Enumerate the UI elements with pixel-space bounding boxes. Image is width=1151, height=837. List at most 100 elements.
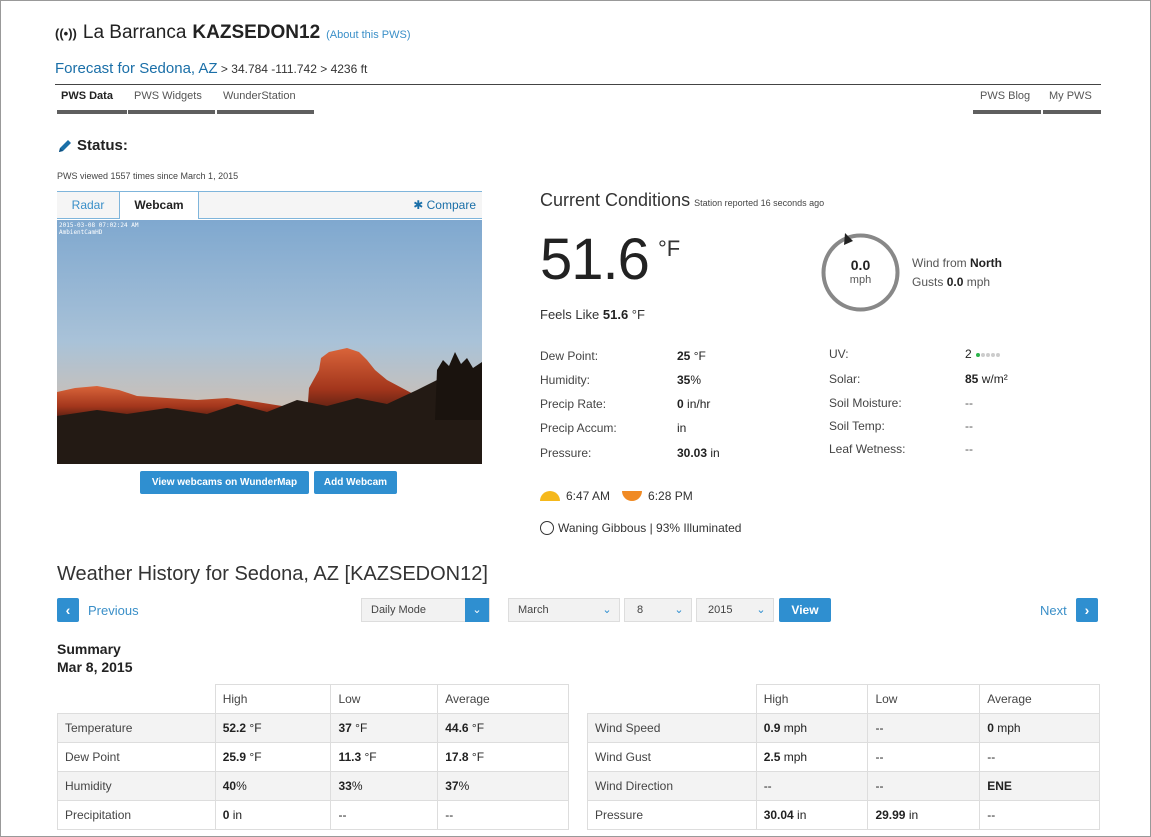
sunset-icon [622, 491, 643, 501]
chevron-down-icon: ⌄ [756, 604, 766, 616]
cell-low-unit: -- [875, 721, 884, 735]
wind-from-value: North [970, 256, 1003, 270]
pencil-icon[interactable] [57, 138, 73, 154]
gusts-label: Gusts [912, 275, 947, 289]
nav-pws-blog[interactable]: PWS Blog [980, 90, 1030, 102]
col-high: High [755, 684, 869, 714]
chevron-down-icon: ⌄ [602, 604, 612, 616]
tab-radar[interactable]: Radar [57, 192, 119, 219]
summary-date: Mar 8, 2015 [57, 659, 133, 675]
view-count: PWS viewed 1557 times since March 1, 201… [57, 171, 239, 181]
current-temperature: 51.6 [540, 227, 650, 292]
cell-avg-unit: -- [987, 750, 996, 764]
row-label: Wind Direction [587, 771, 757, 801]
uv-dot [985, 352, 990, 357]
cell-low: -- [867, 713, 981, 743]
dew-point-number: 25 [677, 349, 691, 363]
row-label: Humidity [57, 771, 216, 801]
webcam-timestamp: 2015-03-08 07:02:24 AM AmbientCamHD [59, 222, 138, 236]
cell-high: 30.04 in [755, 800, 869, 830]
feels-like-label: Feels Like [540, 307, 603, 322]
next-link[interactable]: Next [1040, 603, 1067, 618]
wind-speed-unit: mph [849, 274, 872, 286]
solar-value: 85 w/m² [965, 372, 1008, 386]
col-high: High [214, 684, 332, 714]
cell-high-value: 2.5 [763, 750, 781, 764]
station-coords: > 34.784 -111.742 > 4236 ft [217, 62, 368, 76]
cell-avg: 37% [437, 771, 569, 801]
cell-high-value: 40 [222, 779, 237, 793]
nav-pws-widgets[interactable]: PWS Widgets [134, 90, 202, 102]
precip-accum-value: in [677, 421, 686, 435]
cell-low-unit: % [351, 779, 363, 793]
status-label: Status: [77, 137, 128, 154]
previous-link[interactable]: Previous [88, 603, 139, 618]
table-row: Wind Gust 2.5 mph -- -- [587, 742, 1100, 772]
uv-dot [990, 352, 995, 357]
nav-my-pws[interactable]: My PWS [1049, 90, 1092, 102]
nav-underline-pws-data [57, 110, 127, 114]
feels-like: Feels Like 51.6 °F [540, 307, 645, 322]
cell-avg-unit: -- [445, 808, 454, 822]
cell-high-value: 25.9 [222, 750, 247, 764]
view-webcams-button[interactable]: View webcams on WunderMap [140, 471, 309, 494]
header-spacer [587, 684, 757, 714]
col-low: Low [330, 684, 439, 714]
nav-divider [55, 84, 1101, 85]
current-conditions-label: Current Conditions [540, 190, 691, 210]
soil-temp-label: Soil Temp: [829, 419, 885, 433]
media-tabs: Radar Webcam ✱ Compare [57, 191, 482, 219]
cell-avg: -- [979, 742, 1100, 772]
cell-low-unit: -- [875, 779, 884, 793]
uv-label: UV: [829, 347, 849, 361]
cell-high: 40% [214, 771, 332, 801]
station-id: KAZSEDON12 [192, 22, 321, 43]
feels-like-value: 51.6 [602, 307, 629, 322]
sunset-time: 6:28 PM [648, 489, 693, 503]
mode-select[interactable]: Daily Mode ⌄ [361, 598, 490, 622]
cell-avg-value: 44.6 [445, 721, 469, 735]
row-label: Pressure [587, 800, 757, 830]
soil-moisture-value: -- [965, 396, 973, 410]
forecast-link[interactable]: Forecast for Sedona, AZ [55, 60, 218, 77]
webcam-image[interactable]: 2015-03-08 07:02:24 AM AmbientCamHD [57, 220, 482, 464]
next-arrow-button[interactable]: › [1076, 598, 1098, 622]
table-row: Pressure 30.04 in 29.99 in -- [587, 800, 1100, 830]
view-button[interactable]: View [779, 598, 831, 622]
pressure-label: Pressure: [540, 446, 592, 460]
cell-high-value: 30.04 [763, 808, 794, 822]
previous-arrow-button[interactable]: ‹ [57, 598, 79, 622]
summary-table-right: High Low Average Wind Speed 0.9 mph -- 0 mp… [587, 684, 1100, 830]
table-row: Wind Direction -- -- ENE [587, 771, 1100, 801]
pressure-number: 30.03 [677, 446, 708, 460]
cell-high-unit: mph [780, 750, 808, 764]
cell-low-unit: in [905, 808, 919, 822]
year-select-value: 2015 [708, 604, 733, 616]
temperature-unit: °F [658, 236, 681, 261]
day-select[interactable]: 8 ⌄ [624, 598, 692, 622]
uv-value: 2 [965, 347, 1000, 361]
month-select[interactable]: March ⌄ [508, 598, 620, 622]
cell-high-unit: in [229, 808, 243, 822]
cell-avg-value: 17.8 [445, 750, 469, 764]
sunrise-icon [540, 491, 560, 501]
precip-rate-label: Precip Rate: [540, 397, 607, 411]
cell-avg-unit: °F [468, 750, 485, 764]
precip-rate-value: 0 in/hr [677, 397, 710, 411]
nav-wunderstation[interactable]: WunderStation [223, 90, 296, 102]
nav-pws-data[interactable]: PWS Data [61, 90, 113, 102]
cell-low-unit: -- [338, 808, 347, 822]
tab-webcam[interactable]: Webcam [119, 192, 199, 219]
add-webcam-button[interactable]: Add Webcam [314, 471, 397, 494]
row-label: Precipitation [57, 800, 216, 830]
status-heading: Status: [57, 137, 128, 154]
cell-high: -- [755, 771, 869, 801]
about-pws-link[interactable]: (About this PWS) [326, 29, 410, 41]
table-row: Wind Speed 0.9 mph -- 0 mph [587, 713, 1100, 743]
year-select[interactable]: 2015 ⌄ [696, 598, 774, 622]
nav-underline-pws-blog [973, 110, 1041, 114]
table-row: Precipitation 0 in -- -- [57, 800, 569, 830]
solar-label: Solar: [829, 372, 861, 386]
soil-moisture-label: Soil Moisture: [829, 396, 902, 410]
compare-link[interactable]: ✱ Compare [413, 192, 476, 219]
